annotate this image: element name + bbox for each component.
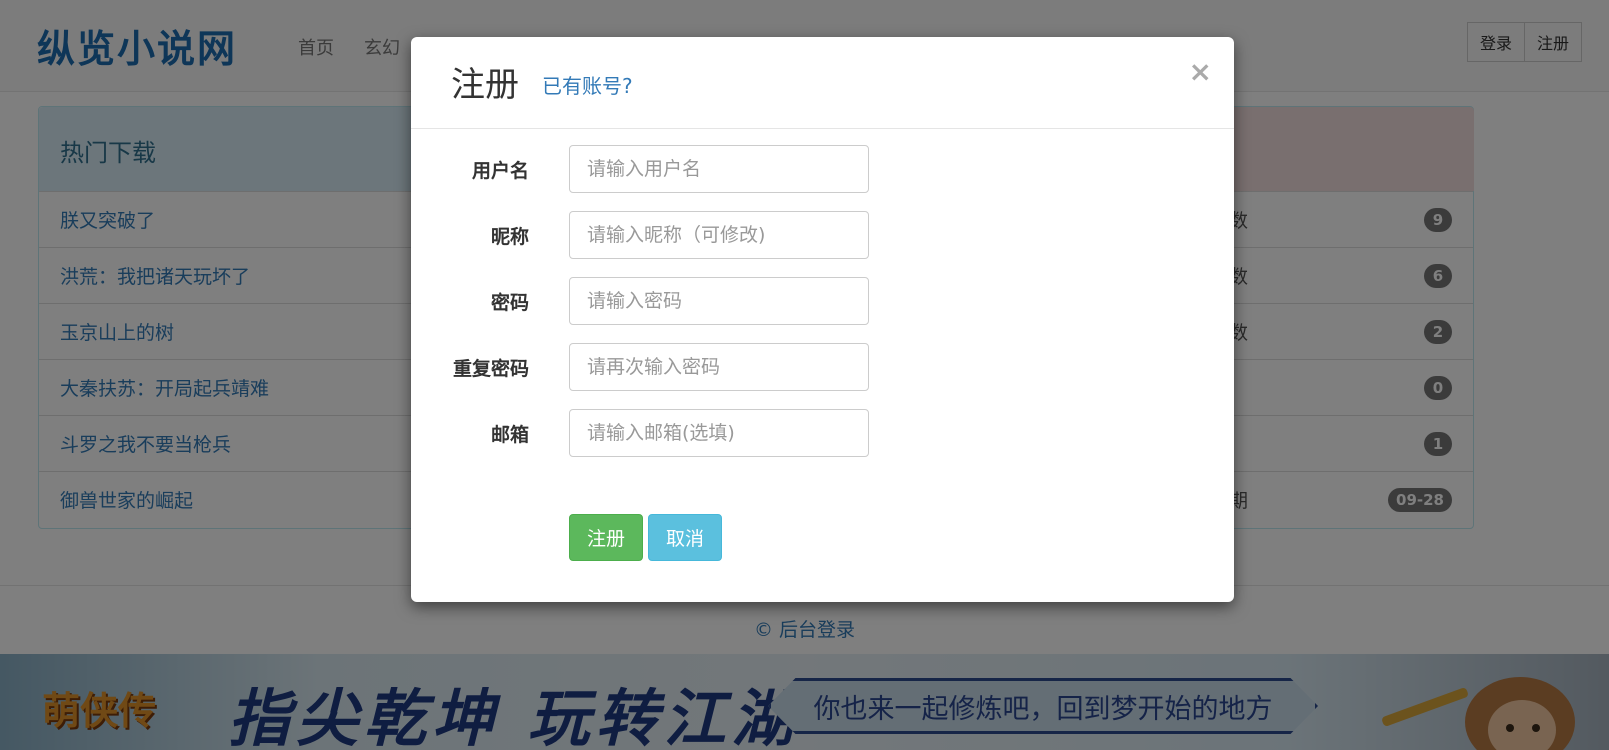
form-group-password: 密码: [411, 277, 1234, 325]
form-group-nickname: 昵称: [411, 211, 1234, 259]
register-submit-button[interactable]: 注册: [569, 514, 643, 561]
repeat-password-label: 重复密码: [452, 358, 529, 380]
form-group-email: 邮箱: [411, 409, 1234, 457]
username-input[interactable]: [569, 145, 869, 193]
cancel-button[interactable]: 取消: [648, 514, 722, 561]
register-modal: 注册 已有账号? × 用户名 昵称 密码 重复密码 邮箱 注册 取消: [411, 37, 1234, 602]
username-label: 用户名: [471, 160, 529, 182]
password-label: 密码: [490, 292, 529, 314]
repeat-password-input[interactable]: [569, 343, 869, 391]
email-input[interactable]: [569, 409, 869, 457]
form-group-username: 用户名: [411, 145, 1234, 193]
nickname-input[interactable]: [569, 211, 869, 259]
close-icon[interactable]: ×: [1189, 55, 1212, 88]
have-account-link[interactable]: 已有账号?: [542, 70, 633, 99]
form-group-repeat-password: 重复密码: [411, 343, 1234, 391]
modal-header: 注册 已有账号? ×: [411, 37, 1234, 129]
modal-title: 注册: [451, 65, 519, 105]
nickname-label: 昵称: [490, 226, 529, 248]
email-label: 邮箱: [490, 424, 529, 446]
password-input[interactable]: [569, 277, 869, 325]
